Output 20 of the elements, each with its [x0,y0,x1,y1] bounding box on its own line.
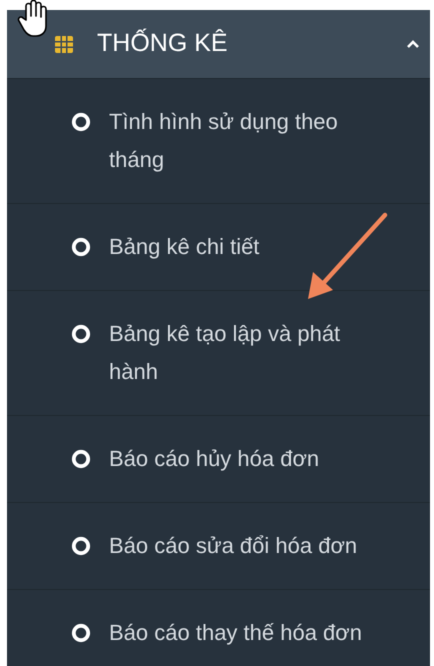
grid-icon [55,36,73,52]
menu-item-label: Báo cáo sửa đổi hóa đơn [109,532,358,560]
menu-item[interactable]: Báo cáo hủy hóa đơn [7,415,430,502]
chevron-up-icon [406,40,420,48]
menu-item-label: Bảng kê tạo lập và phát hành [109,320,342,386]
menu-item[interactable]: Báo cáo thay thế hóa đơn [7,589,430,666]
circle-icon [71,449,91,469]
menu-item[interactable]: Báo cáo sửa đổi hóa đơn [7,502,430,589]
circle-icon [71,237,91,257]
menu-item-label: Báo cáo thay thế hóa đơn [109,619,363,647]
menu-item-label: Bảng kê chi tiết [109,233,260,261]
circle-icon [71,324,91,344]
menu-item-label: Tình hình sử dụng theo tháng [109,108,339,174]
circle-icon [71,623,91,643]
menu-header[interactable]: THỐNG KÊ [7,10,430,78]
circle-icon [71,112,91,132]
menu-item-label: Báo cáo hủy hóa đơn [109,445,320,473]
menu-title: THỐNG KÊ [97,28,229,60]
circle-icon [71,536,91,556]
menu-item[interactable]: Tình hình sử dụng theo tháng [7,78,430,203]
